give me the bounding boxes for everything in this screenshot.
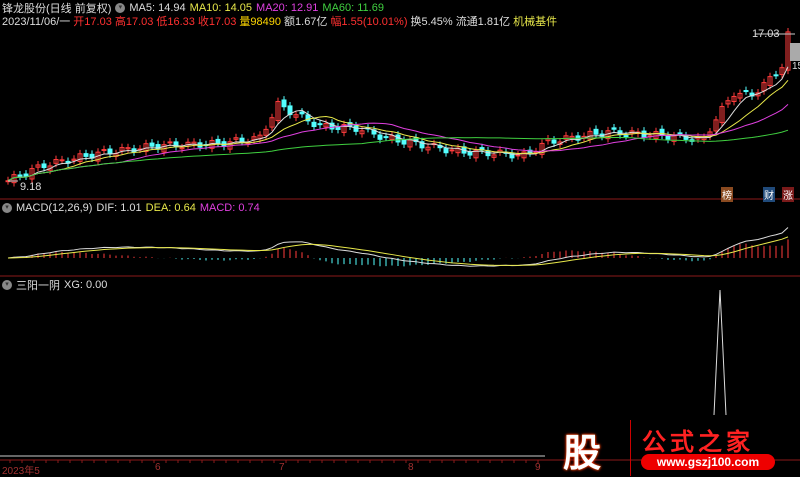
candle[interactable] (383, 136, 389, 139)
macd-value: MACD: 0.74 (199, 201, 260, 214)
macd-header: ▾ MACD(12,26,9) DIF: 1.01 DEA: 0.64 MACD… (2, 201, 260, 214)
candle[interactable] (101, 149, 107, 152)
x-label-sep: 9 (535, 462, 541, 473)
chart-canvas[interactable] (0, 0, 800, 476)
ma5-line (7, 66, 789, 182)
macd-dea: DEA: 0.64 (145, 201, 196, 214)
indicator-title[interactable]: 三阳一阴 (16, 277, 60, 293)
ma10-line (7, 80, 789, 182)
logo-name: 公式之家 (642, 427, 754, 456)
last-candle-highlight (790, 43, 800, 61)
candle[interactable] (443, 147, 449, 154)
candle[interactable] (167, 141, 173, 144)
indicator-header: ▾ 三阳一阴 XG: 0.00 (2, 277, 108, 293)
candle[interactable] (23, 173, 29, 177)
logo-char: 股 (563, 433, 602, 475)
xg-signal-spike (713, 289, 727, 416)
candle[interactable] (401, 139, 407, 145)
candle[interactable] (311, 121, 317, 128)
candle[interactable] (515, 154, 521, 157)
candle[interactable] (83, 153, 89, 157)
indicator-dropdown-icon[interactable]: ▾ (2, 279, 12, 290)
tag-rank[interactable]: 榜 (721, 187, 733, 202)
candle[interactable] (335, 126, 341, 130)
macd-dif: DIF: 1.01 (96, 201, 142, 214)
candle[interactable] (299, 111, 305, 115)
candle[interactable] (41, 163, 47, 169)
candle[interactable] (773, 74, 779, 77)
macd-dropdown-icon[interactable]: ▾ (2, 202, 12, 213)
candle[interactable] (59, 159, 65, 162)
logo-divider (630, 420, 631, 476)
candle[interactable] (149, 142, 155, 147)
candle[interactable] (551, 139, 557, 144)
candle[interactable] (215, 138, 221, 144)
indicator-xg: XG: 0.00 (64, 278, 108, 291)
x-label-jul: 7 (279, 462, 285, 473)
candle[interactable] (281, 99, 287, 108)
logo-url: www.gszj100.com (641, 454, 775, 470)
candle[interactable] (611, 127, 617, 130)
candle[interactable] (677, 132, 683, 135)
candle[interactable] (107, 148, 113, 155)
x-label-aug: 8 (408, 462, 414, 473)
watermark-logo: 股 公式之家 www.gszj100.com (555, 418, 800, 476)
tag-finance[interactable]: 财 (763, 187, 775, 202)
right-price-label: 15 (792, 61, 800, 72)
candle[interactable] (467, 151, 473, 156)
candle[interactable] (623, 135, 629, 138)
low-price-label: 9.18 (20, 181, 42, 193)
candle[interactable] (317, 123, 323, 126)
candle[interactable] (239, 137, 245, 142)
macd-title[interactable]: MACD(12,26,9) (16, 202, 92, 214)
candle[interactable] (377, 134, 383, 140)
x-label-may: 2023年5 (2, 466, 40, 477)
candle[interactable] (593, 128, 599, 135)
candle[interactable] (17, 174, 23, 177)
high-price-label: 17.03 (752, 28, 780, 40)
tag-limitup[interactable]: 涨 (782, 187, 794, 202)
candle[interactable] (743, 90, 749, 93)
x-label-jun: 6 (155, 462, 161, 473)
candle[interactable] (449, 149, 455, 152)
